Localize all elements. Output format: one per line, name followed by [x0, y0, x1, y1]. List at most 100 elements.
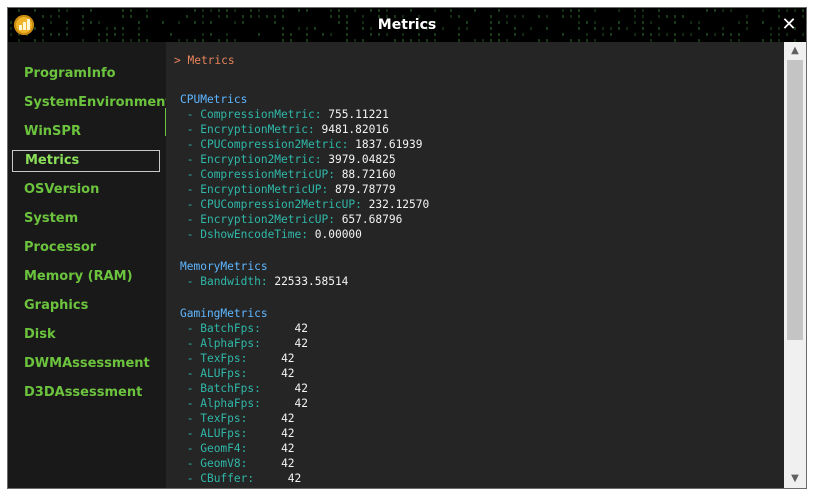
row-dash: - [180, 275, 201, 288]
row-dash: - [180, 412, 201, 425]
metric-key: TexFps: [200, 412, 248, 425]
section-title: GamingMetrics [180, 307, 268, 320]
metric-row: - ALUFps: 42 [180, 427, 295, 440]
title-bar[interactable]: Metrics ✕ [8, 8, 806, 42]
metric-gap [247, 427, 281, 440]
metric-value: 3979.04825 [328, 153, 396, 166]
metric-key: DshowEncodeTime: [200, 228, 308, 241]
row-dash: - [180, 442, 201, 455]
row-dash: - [180, 168, 201, 181]
metric-row: - AlphaFps: 42 [180, 337, 308, 350]
app-window: Metrics ✕ ProgramInfo SystemEnvironment Wi… [7, 7, 807, 489]
metric-row: - TexFps: 42 [180, 412, 295, 425]
metric-gap [247, 412, 281, 425]
metric-value: 42 [281, 367, 295, 380]
section-title: CPUMetrics [180, 93, 248, 106]
metric-key: Encryption2MetricUP: [200, 213, 335, 226]
sidebar-item-metrics[interactable]: Metrics [12, 150, 160, 172]
sidebar-item-memory-ram[interactable]: Memory (RAM) [12, 266, 160, 288]
metric-row: - Encryption2Metric: 3979.04825 [180, 153, 396, 166]
metric-gap [247, 457, 281, 470]
metric-gap [261, 397, 295, 410]
metric-value: 232.12570 [368, 198, 430, 211]
row-dash: - [180, 138, 201, 151]
metric-gap [247, 367, 281, 380]
window-title: Metrics [377, 17, 437, 33]
scrollbar-thumb[interactable] [787, 60, 803, 340]
metric-row: - TexFps: 42 [180, 352, 295, 365]
metric-key: TexFps: [200, 352, 248, 365]
row-dash: - [180, 213, 201, 226]
metric-row: - Bandwidth: 22533.58514 [180, 275, 349, 288]
sidebar-item-disk[interactable]: Disk [12, 324, 160, 346]
sidebar-item-osversion[interactable]: OSVersion [12, 179, 160, 201]
chevron-down-icon[interactable]: ▼ [784, 470, 806, 488]
row-dash: - [180, 153, 201, 166]
metric-key: AlphaFps: [200, 337, 261, 350]
metric-gap [335, 213, 342, 226]
metric-key: CBuffer: [200, 472, 255, 485]
metric-value: 0.00000 [314, 228, 362, 241]
metric-value: 755.11221 [328, 108, 389, 121]
metric-gap [261, 322, 295, 335]
sidebar-item-graphics[interactable]: Graphics [12, 295, 160, 317]
metric-value: 1837.61939 [355, 138, 423, 151]
row-dash: - [180, 397, 201, 410]
breadcrumb: > Metrics [174, 54, 235, 67]
sidebar-item-d3dassessment[interactable]: D3DAssessment [12, 382, 160, 404]
metric-value: 42 [281, 412, 295, 425]
metrics-panel: > Metrics CPUMetrics - CompressionMetric… [166, 42, 784, 488]
metric-value: 42 [294, 337, 309, 350]
close-icon[interactable]: ✕ [772, 8, 806, 42]
metric-gap [362, 198, 369, 211]
metric-gap [308, 228, 315, 241]
metric-value: 42 [294, 397, 309, 410]
row-dash: - [180, 322, 201, 335]
sidebar-item-system[interactable]: System [12, 208, 160, 230]
metric-gap [261, 382, 295, 395]
vertical-scrollbar[interactable]: ▲ ▼ [784, 42, 806, 488]
metric-row: - ALUFps: 42 [180, 367, 295, 380]
sidebar-item-programinfo[interactable]: ProgramInfo [12, 63, 160, 85]
metric-value: 9481.82016 [321, 123, 389, 136]
sidebar-item-dwmassessment[interactable]: DWMAssessment [12, 353, 160, 375]
row-dash: - [180, 228, 201, 241]
row-dash: - [180, 337, 201, 350]
sidebar-nav: ProgramInfo SystemEnvironment WinSPR Metric… [8, 42, 172, 488]
metric-value: 42 [281, 427, 295, 440]
metric-value: 42 [287, 472, 302, 485]
row-dash: - [180, 108, 201, 121]
metric-gap [261, 337, 295, 350]
metric-row: - AlphaFps: 42 [180, 397, 308, 410]
metric-row: - EncryptionMetricUP: 879.78779 [180, 183, 396, 196]
metric-row: - DshowEncodeTime: 0.00000 [180, 228, 362, 241]
sidebar-item-systemenvironment[interactable]: SystemEnvironment [12, 92, 172, 114]
metric-value: 657.68796 [341, 213, 403, 226]
row-dash: - [180, 457, 201, 470]
metric-key: BatchFps: [200, 382, 261, 395]
row-dash: - [180, 382, 201, 395]
metric-key: Encryption2Metric: [200, 153, 322, 166]
chevron-up-icon[interactable]: ▲ [784, 42, 806, 60]
metric-value: 42 [294, 382, 309, 395]
metric-key: Bandwidth: [200, 275, 268, 288]
metric-row: - CompressionMetric: 755.11221 [180, 108, 389, 121]
metric-value: 22533.58514 [274, 275, 349, 288]
metric-key: ALUFps: [200, 427, 248, 440]
metric-key: CompressionMetric: [200, 108, 322, 121]
metric-gap [328, 183, 335, 196]
metric-key: CPUCompression2MetricUP: [200, 198, 362, 211]
metric-key: AlphaFps: [200, 397, 261, 410]
metric-gap [335, 168, 342, 181]
metric-value: 88.72160 [341, 168, 396, 181]
metric-row: - CPUCompression2MetricUP: 232.12570 [180, 198, 430, 211]
metric-key: GeomF4: [200, 442, 248, 455]
row-dash: - [180, 123, 201, 136]
row-dash: - [180, 352, 201, 365]
metric-key: CompressionMetricUP: [200, 168, 335, 181]
metric-row: - EncryptionMetric: 9481.82016 [180, 123, 389, 136]
sidebar-item-winspr[interactable]: WinSPR [12, 121, 160, 143]
metric-value: 879.78779 [334, 183, 396, 196]
sidebar-item-processor[interactable]: Processor [12, 237, 160, 259]
metric-value: 42 [281, 352, 295, 365]
